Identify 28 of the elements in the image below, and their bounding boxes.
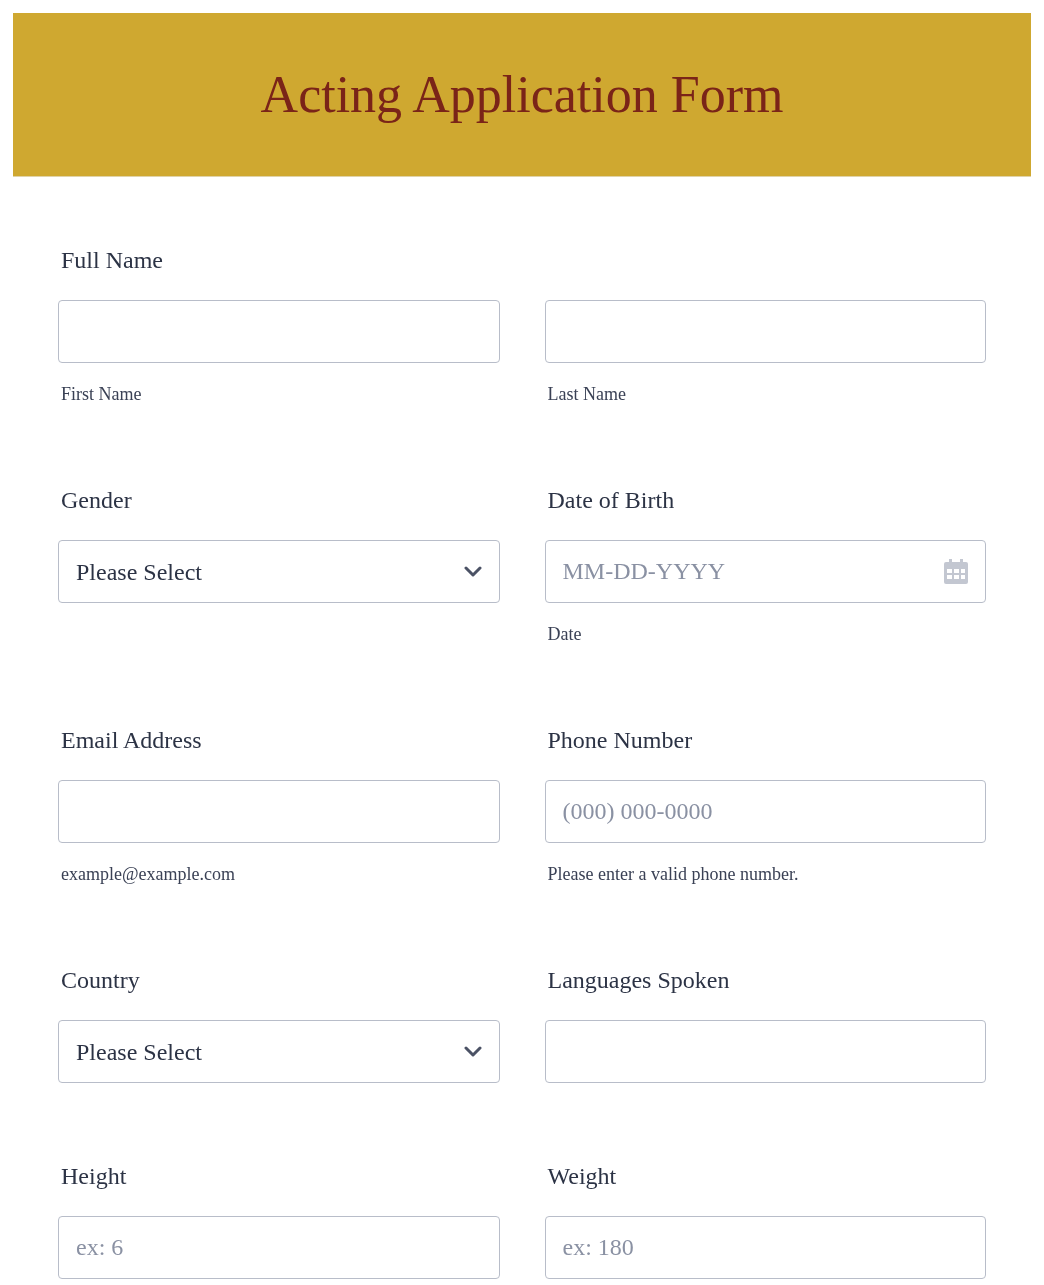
input-field[interactable]: ex: 6 [58,1216,500,1279]
dropdown[interactable]: Please Select [58,1020,500,1083]
field-label: Date of Birth [546,486,676,515]
field-hint: Please enter a valid phone number. [546,863,800,885]
field-hint: example@example.com [60,863,236,885]
field-label: Phone Number [546,726,694,755]
date-field[interactable]: MM-DD-YYYY [544,540,986,603]
form-title: Acting Application Form [260,68,784,121]
field-label: Email Address [60,726,203,755]
field-label: Weight [546,1162,618,1191]
dropdown[interactable]: Please Select [58,540,500,603]
field-hint: Last Name [546,383,627,405]
input-field[interactable] [58,780,500,843]
input-field[interactable]: (000) 000-0000 [544,780,986,843]
field-hint: Date [546,623,583,645]
input-field[interactable] [58,300,500,363]
field-label: Full Name [60,246,164,275]
chevron-down-icon [463,565,482,578]
input-field[interactable]: ex: 180 [544,1216,986,1279]
field-hint: First Name [60,383,143,405]
field-label: Gender [60,486,133,515]
field-label: Languages Spoken [546,966,731,995]
field-label: Height [60,1162,128,1191]
input-field[interactable] [544,300,986,363]
input-field[interactable] [544,1020,986,1083]
calendar-icon [944,559,968,584]
chevron-down-icon [463,1045,482,1058]
field-label: Country [60,966,141,995]
